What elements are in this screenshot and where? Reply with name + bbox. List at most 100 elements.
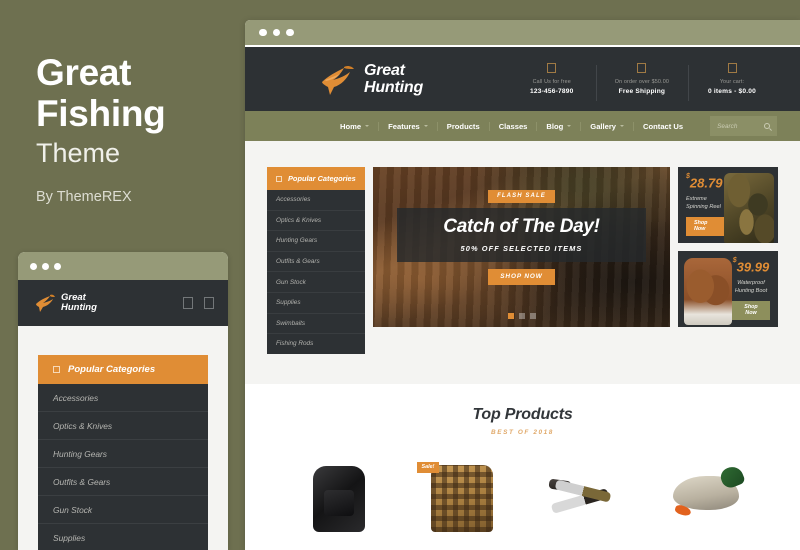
search-placeholder: Search <box>717 122 738 130</box>
nav-item-gallery[interactable]: Gallery <box>581 122 633 131</box>
promo-card-name-line2: Spinning Reel <box>686 203 721 210</box>
nav-item-home[interactable]: Home <box>331 122 378 131</box>
window-dot-icon <box>259 28 267 37</box>
duck-decoy-image <box>672 475 739 510</box>
nav-item-classes[interactable]: Classes <box>490 122 537 131</box>
phone-icon <box>547 63 557 73</box>
search-input[interactable]: Search <box>710 116 778 136</box>
chevron-down-icon <box>365 125 370 127</box>
promo-card-hunting-boot[interactable]: $39.99 Waterproof Hunting Boot Shop Now <box>678 251 778 327</box>
nav-label: Contact Us <box>643 121 684 131</box>
camo-backpack-image <box>724 167 778 243</box>
carousel-dot-1[interactable] <box>507 313 514 319</box>
hero-slider[interactable]: FLASH SALE Catch of The Day! 50% OFF SEL… <box>373 167 670 327</box>
mobile-titlebar <box>18 252 228 280</box>
nav-item-contact-us[interactable]: Contact Us <box>634 122 692 131</box>
window-dot-icon <box>54 262 61 270</box>
nav-label: Blog <box>546 121 564 131</box>
categories-heading: Popular Categories <box>267 167 365 190</box>
list-item[interactable]: Hunting Gears <box>267 231 365 252</box>
shop-now-button[interactable]: Shop Now <box>732 300 770 320</box>
mobile-logo-text: Great Hunting <box>61 293 97 313</box>
product-card-knives[interactable] <box>541 458 627 532</box>
header-info-blocks: Call Us for free 123-456-7890 On order o… <box>494 63 776 101</box>
price-value: 39.99 <box>736 259 770 275</box>
categories-list: Accessories Optics & Knives Hunting Gear… <box>267 190 365 354</box>
mobile-categories-list: Accessories Optics & Knives Hunting Gear… <box>38 384 208 550</box>
info-value: 0 items - $0.00 <box>707 88 757 95</box>
list-item[interactable]: Accessories <box>38 384 208 412</box>
site-logo[interactable]: Great Hunting <box>319 62 494 96</box>
promo-title-line2: Fishing <box>36 93 166 134</box>
list-item[interactable]: Fishing Rods <box>267 334 365 354</box>
product-card-backpack[interactable] <box>297 458 383 532</box>
mobile-content: Popular Categories Accessories Optics & … <box>18 326 228 550</box>
page-title: Top Products <box>472 405 573 423</box>
nav-item-features[interactable]: Features <box>379 122 437 131</box>
promo-card-price: $28.79 <box>686 173 724 190</box>
currency-symbol: $ <box>732 257 737 265</box>
tactical-backpack-image <box>312 465 365 532</box>
duck-logo-icon <box>36 294 55 312</box>
mobile-mockup: Great Hunting Popular Categories Accesso… <box>18 252 228 550</box>
cart-icon <box>727 63 737 73</box>
grid-icon <box>53 366 60 373</box>
plaid-shirt-image <box>430 464 493 532</box>
promo-subtitle: Theme <box>36 138 121 168</box>
list-item[interactable]: Supplies <box>267 293 365 314</box>
list-item[interactable]: Outfits & Gears <box>267 252 365 273</box>
mobile-logo-line2: Hunting <box>61 302 97 313</box>
list-item[interactable]: Accessories <box>267 190 365 211</box>
promo-card-text: $39.99 Waterproof Hunting Boot Shop Now <box>732 257 778 320</box>
list-item[interactable]: Hunting Gears <box>38 440 208 468</box>
currency-symbol: $ <box>686 173 690 181</box>
promo-card-text: $28.79 Extreme Spinning Reel Shop Now <box>678 173 724 236</box>
info-value: Free Shipping <box>618 88 666 95</box>
cart-icon[interactable] <box>183 297 193 309</box>
list-item[interactable]: Swimbaits <box>267 314 365 335</box>
product-card-decoy[interactable] <box>663 458 749 532</box>
carousel-dot-2[interactable] <box>518 313 525 319</box>
hero-text-plate: Catch of The Day! 50% OFF SELECTED ITEMS <box>396 207 647 262</box>
chevron-down-icon <box>567 125 572 127</box>
list-item[interactable]: Optics & Knives <box>267 211 365 232</box>
menu-icon[interactable] <box>204 297 214 309</box>
product-card-shirt[interactable]: Sale! <box>416 458 505 532</box>
promo-author: By ThemeREX <box>36 189 132 205</box>
promo-card-spinning-reel[interactable]: $28.79 Extreme Spinning Reel Shop Now <box>678 167 778 243</box>
hunting-boots-image <box>678 251 732 327</box>
promo-title-line1: Great <box>36 52 132 93</box>
content-top-section: Popular Categories Accessories Optics & … <box>245 141 800 384</box>
list-item[interactable]: Optics & Knives <box>38 412 208 440</box>
nav-label: Products <box>446 121 480 131</box>
truck-icon <box>637 63 647 73</box>
list-item[interactable]: Gun Stock <box>267 272 365 293</box>
promo-card-name-line2: Hunting Boot <box>734 287 768 294</box>
popular-categories-widget: Popular Categories Accessories Optics & … <box>267 167 365 354</box>
shop-now-button[interactable]: SHOP NOW <box>488 268 555 285</box>
promo-cards-column: $28.79 Extreme Spinning Reel Shop Now $3… <box>678 167 778 327</box>
nav-item-blog[interactable]: Blog <box>537 122 580 131</box>
header-info-shipping: On order over $50.00 Free Shipping <box>595 63 688 101</box>
shop-now-button[interactable]: Shop Now <box>686 216 724 236</box>
carousel-dots <box>373 313 670 319</box>
grid-icon <box>276 175 282 182</box>
promo-card-price: $39.99 <box>732 257 770 275</box>
promo-card-name-line1: Waterproof <box>737 279 765 286</box>
chevron-down-icon <box>620 125 625 127</box>
boot-shape <box>684 258 732 325</box>
list-item[interactable]: Outfits & Gears <box>38 468 208 496</box>
list-item[interactable]: Gun Stock <box>38 496 208 524</box>
mobile-logo[interactable]: Great Hunting <box>34 293 97 313</box>
list-item[interactable]: Supplies <box>38 524 208 550</box>
search-icon <box>764 123 771 129</box>
nav-item-products[interactable]: Products <box>438 122 489 131</box>
products-grid: Sale! <box>245 458 800 532</box>
chevron-down-icon <box>423 125 428 127</box>
hero-content: FLASH SALE Catch of The Day! 50% OFF SEL… <box>373 167 670 285</box>
nav-label: Home <box>340 121 362 131</box>
header-info-cart[interactable]: Your cart: 0 items - $0.00 <box>688 63 776 101</box>
camo-pattern <box>724 173 774 243</box>
hero-title: Catch of The Day! <box>443 215 600 237</box>
carousel-dot-3[interactable] <box>529 313 536 319</box>
